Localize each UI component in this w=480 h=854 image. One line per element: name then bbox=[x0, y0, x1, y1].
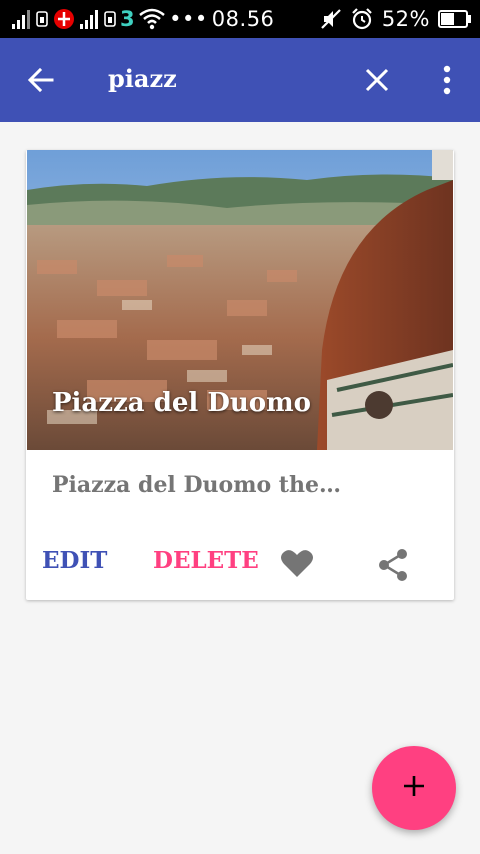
close-icon[interactable] bbox=[362, 65, 392, 95]
delete-button[interactable]: DELETE bbox=[153, 547, 259, 574]
status-bar: 3 ••• 08.56 52% bbox=[0, 0, 480, 38]
photo-caption: Piazza del Duomo bbox=[52, 388, 311, 418]
add-fab-button[interactable] bbox=[372, 746, 456, 830]
status-bar-right: 52% bbox=[320, 4, 472, 34]
status-bar-left: 3 ••• 08.56 bbox=[12, 4, 274, 34]
share-icon[interactable] bbox=[378, 548, 408, 582]
signal-icon bbox=[12, 9, 32, 29]
sim-icon-2 bbox=[104, 11, 116, 27]
clock-time: 08.56 bbox=[211, 7, 275, 31]
favorite-icon[interactable] bbox=[280, 548, 314, 578]
sim-icon bbox=[36, 11, 48, 27]
battery-percent: 52% bbox=[381, 7, 430, 31]
carrier-three-icon: 3 bbox=[120, 7, 136, 31]
alarm-icon bbox=[350, 7, 374, 31]
edit-button[interactable]: EDIT bbox=[42, 547, 107, 574]
wifi-icon bbox=[139, 8, 165, 30]
battery-icon bbox=[438, 10, 472, 28]
notification-dots: ••• bbox=[169, 7, 208, 31]
vodafone-icon bbox=[52, 7, 76, 31]
search-query-input[interactable]: piazz bbox=[108, 64, 177, 93]
app-bar: piazz bbox=[0, 38, 480, 122]
mute-icon bbox=[320, 8, 342, 30]
signal-icon-2 bbox=[80, 9, 100, 29]
add-icon bbox=[402, 774, 426, 802]
place-description: Piazza del Duomo the… bbox=[52, 472, 341, 498]
arrow-back-icon[interactable] bbox=[26, 65, 56, 95]
more-vert-icon[interactable] bbox=[433, 64, 461, 96]
place-card[interactable]: Piazza del Duomo Piazza del Duomo the… E… bbox=[26, 150, 454, 600]
